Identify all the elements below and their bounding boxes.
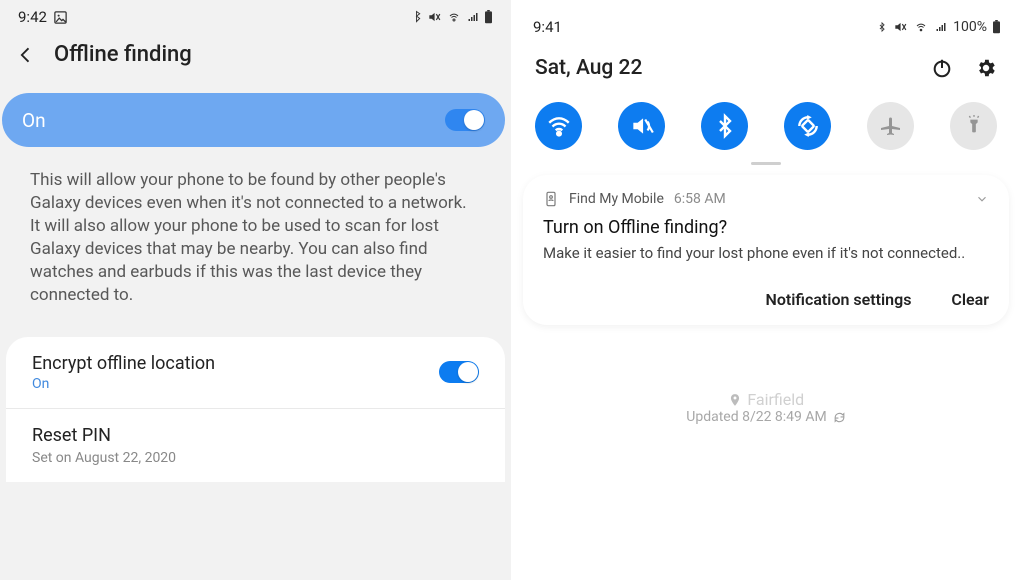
panel-drag-handle[interactable] [751, 162, 781, 165]
row-title: Reset PIN [32, 425, 176, 446]
qs-airplane[interactable] [867, 102, 914, 150]
feature-description: This will allow your phone to be found b… [0, 147, 511, 337]
find-my-mobile-icon [543, 191, 559, 207]
battery-icon [484, 10, 493, 24]
qs-rotate[interactable] [784, 102, 831, 150]
row-subtitle: On [32, 376, 215, 392]
master-toggle[interactable]: On [2, 93, 505, 147]
notification-title: Turn on Offline finding? [543, 217, 989, 238]
chevron-down-icon[interactable] [975, 192, 989, 206]
signal-icon [466, 11, 480, 23]
status-time: 9:41 [533, 18, 562, 36]
notification-header: Find My Mobile 6:58 AM [543, 191, 989, 207]
weather-city: Fairfield [747, 390, 804, 409]
auto-rotate-icon [795, 113, 821, 139]
signal-icon [934, 21, 948, 33]
gear-icon[interactable] [975, 57, 997, 79]
volume-off-icon [426, 10, 442, 24]
row-title: Encrypt offline location [32, 353, 215, 374]
volume-off-icon [892, 20, 908, 34]
notification-time: 6:58 AM [674, 191, 726, 207]
flashlight-icon [963, 114, 985, 138]
bluetooth-icon [877, 20, 887, 34]
quick-settings [511, 88, 1021, 162]
picture-icon [53, 10, 68, 25]
qs-sound-mute[interactable] [618, 102, 665, 150]
status-bar: 9:42 [0, 0, 511, 30]
power-icon[interactable] [931, 57, 953, 79]
location-pin-icon [728, 393, 742, 407]
volume-off-icon [629, 113, 655, 139]
master-toggle-label: On [22, 109, 46, 132]
notification-body: Make it easier to find your lost phone e… [543, 244, 989, 262]
row-subtitle: Set on August 22, 2020 [32, 450, 176, 466]
wifi-icon [446, 11, 462, 23]
background-weather: Fairfield Updated 8/22 8:49 AM [511, 390, 1021, 425]
notification-settings-button[interactable]: Notification settings [766, 290, 912, 309]
status-time: 9:42 [18, 8, 47, 26]
notification-card[interactable]: Find My Mobile 6:58 AM Turn on Offline f… [523, 175, 1009, 325]
encrypt-toggle[interactable] [439, 361, 479, 383]
bluetooth-icon [713, 112, 737, 140]
qs-bluetooth[interactable] [701, 102, 748, 150]
page-title: Offline finding [54, 42, 192, 67]
bluetooth-icon [411, 10, 422, 24]
battery-icon [992, 20, 1001, 34]
list-row-encrypt[interactable]: Encrypt offline location On [6, 337, 505, 409]
settings-header: Offline finding [0, 30, 511, 93]
weather-updated: Updated 8/22 8:49 AM [686, 409, 827, 425]
battery-text: 100% [953, 19, 987, 35]
toggle-switch[interactable] [445, 109, 485, 131]
settings-list: Encrypt offline location On Reset PIN Se… [6, 337, 505, 482]
qs-flashlight[interactable] [950, 102, 997, 150]
panel-date[interactable]: Sat, Aug 22 [535, 56, 642, 80]
list-row-reset-pin[interactable]: Reset PIN Set on August 22, 2020 [6, 409, 505, 482]
wifi-icon [913, 21, 929, 33]
wifi-icon [546, 113, 572, 139]
back-icon[interactable] [16, 45, 36, 65]
refresh-icon [833, 411, 846, 424]
airplane-icon [879, 114, 903, 138]
status-bar: 9:41 100% [511, 0, 1021, 42]
notification-app: Find My Mobile [569, 191, 664, 207]
notification-clear-button[interactable]: Clear [951, 290, 989, 309]
qs-wifi[interactable] [535, 102, 582, 150]
